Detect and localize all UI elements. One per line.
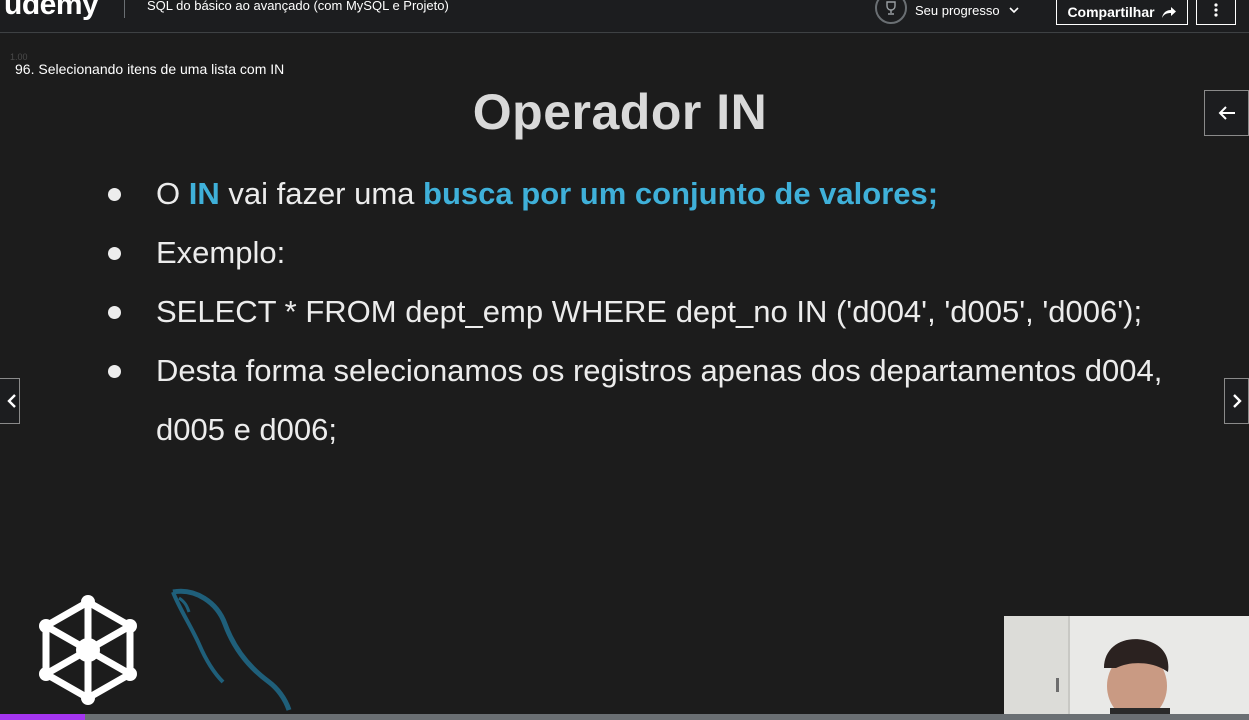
instructor-webcam: [1004, 616, 1249, 714]
udemy-logo[interactable]: udemy: [4, 0, 99, 22]
more-vertical-icon: [1214, 2, 1218, 17]
trophy-icon: [875, 0, 907, 24]
bullet-item: Exemplo:: [105, 223, 1205, 282]
highlight-text: busca por um conjunto de valores;: [423, 176, 939, 211]
bullet-dot: [108, 247, 121, 260]
share-label: Compartilhar: [1067, 3, 1155, 20]
slide-bullets: O IN vai fazer uma busca por um conjunto…: [105, 164, 1205, 459]
progress-menu[interactable]: Seu progresso: [875, 0, 1020, 24]
video-player[interactable]: 1.00 96. Selecionando itens de uma lista…: [0, 34, 1249, 714]
network-cube-logo: [39, 595, 137, 705]
course-title[interactable]: SQL do básico ao avançado (com MySQL e P…: [147, 0, 449, 13]
top-bar: udemy SQL do básico ao avançado (com MyS…: [0, 0, 1249, 33]
bullet-text: O: [156, 176, 189, 211]
webcam-scene: [1004, 616, 1249, 714]
bullet-item: O IN vai fazer uma busca por um conjunto…: [105, 164, 1205, 223]
previous-lecture-button[interactable]: [0, 378, 20, 424]
mysql-dolphin-logo: [171, 588, 292, 711]
bullet-dot: [108, 306, 121, 319]
chevron-right-icon: [1232, 394, 1242, 408]
share-arrow-icon: [1161, 6, 1176, 18]
bullet-text: vai fazer uma: [219, 176, 424, 211]
more-options-button[interactable]: [1196, 0, 1236, 25]
chevron-left-icon: [7, 394, 16, 408]
progress-label: Seu progresso: [915, 2, 1000, 18]
share-button[interactable]: Compartilhar: [1056, 0, 1188, 25]
bullet-item: SELECT * FROM dept_emp WHERE dept_no IN …: [105, 282, 1205, 341]
bullet-item: Desta forma selecionamos os registros ap…: [105, 341, 1205, 459]
bullet-text: Exemplo:: [156, 235, 286, 270]
bullet-dot: [108, 365, 121, 378]
highlight-text: IN: [188, 176, 220, 211]
sidebar-toggle-button[interactable]: [1204, 90, 1249, 136]
arrow-left-icon: [1218, 106, 1235, 120]
next-lecture-button[interactable]: [1224, 378, 1249, 424]
lecture-title: 96. Selecionando itens de uma lista com …: [15, 61, 285, 77]
slide-title: Operador IN: [472, 84, 768, 140]
chevron-down-icon: [1008, 7, 1019, 14]
bullet-text: Desta forma selecionamos os registros ap…: [156, 353, 1163, 447]
header-divider: [124, 0, 125, 18]
video-progress-bar[interactable]: [0, 714, 1249, 720]
bullet-dot: [108, 188, 121, 201]
bullet-text: SELECT * FROM dept_emp WHERE dept_no IN …: [156, 294, 1143, 329]
video-progress-fill: [0, 714, 85, 720]
